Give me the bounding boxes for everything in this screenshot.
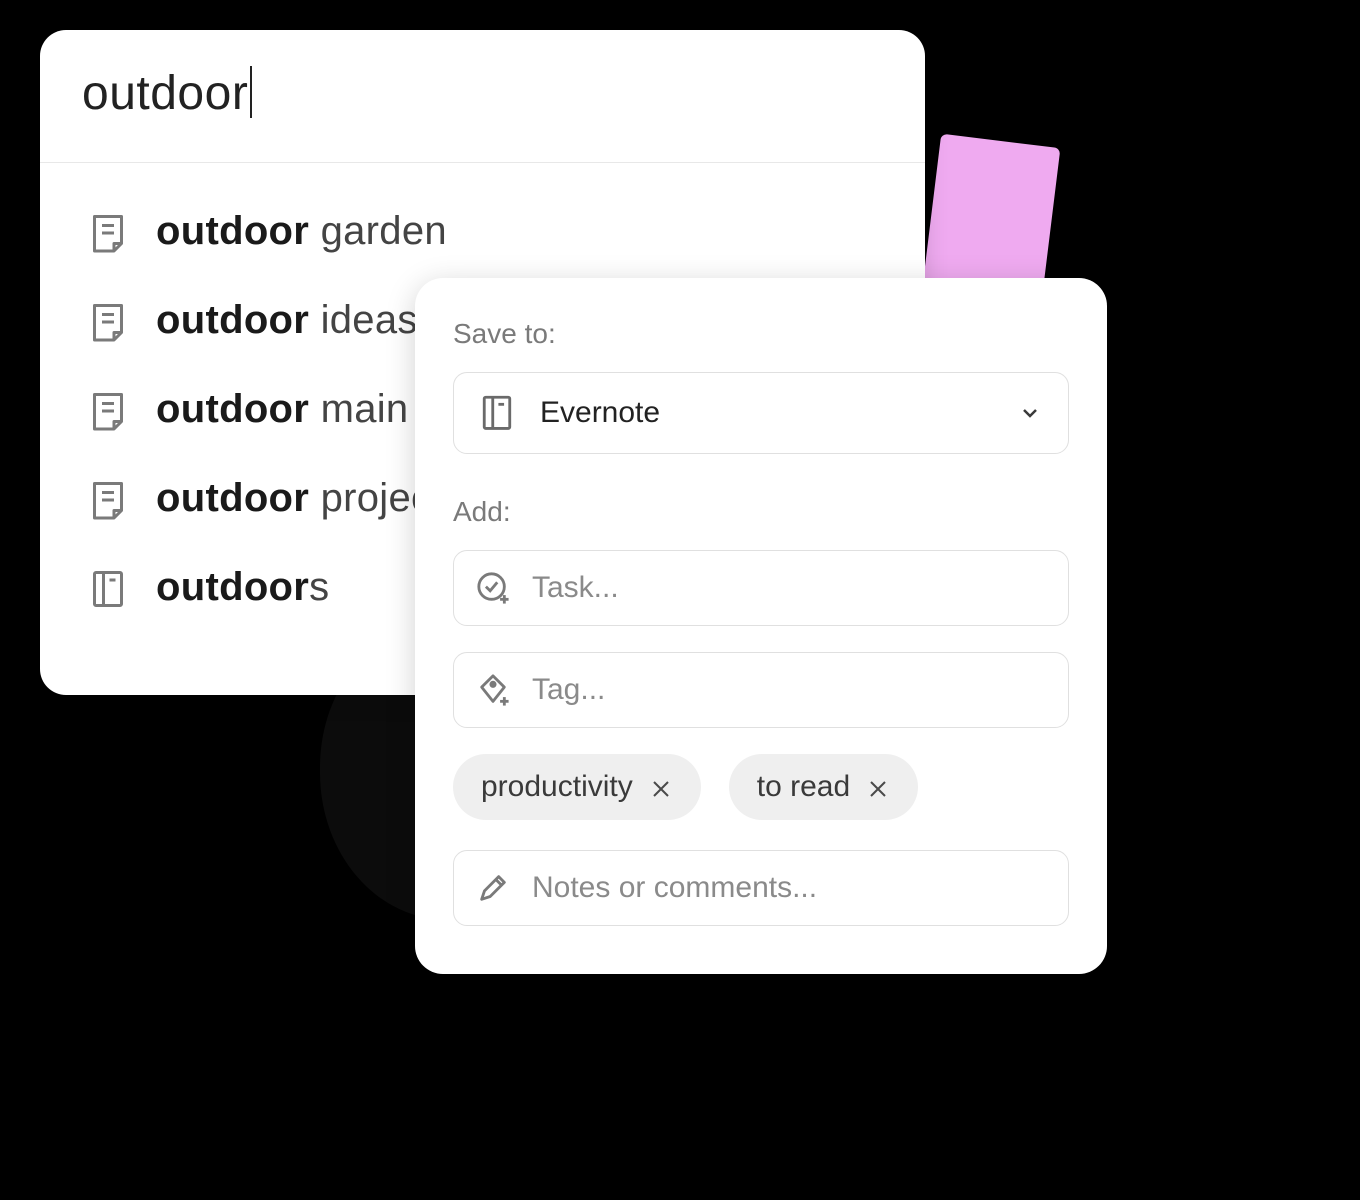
- selected-notebook: Evernote: [540, 396, 992, 430]
- search-input-container[interactable]: outdoor: [40, 30, 925, 163]
- save-panel: Save to: Evernote Add: Task...: [415, 278, 1107, 974]
- note-icon: [90, 390, 126, 430]
- add-label: Add:: [453, 496, 1069, 528]
- notes-input[interactable]: Notes or comments...: [453, 850, 1069, 926]
- result-text: outdoors: [156, 565, 329, 610]
- note-icon: [90, 479, 126, 519]
- note-icon: [90, 212, 126, 252]
- save-to-label: Save to:: [453, 318, 1069, 350]
- search-query-text: outdoor: [82, 67, 248, 120]
- tag-input[interactable]: Tag...: [453, 652, 1069, 728]
- tag-chip-label: productivity: [481, 770, 633, 804]
- pencil-icon: [476, 871, 510, 905]
- tag-add-icon: [476, 673, 510, 707]
- result-text: outdoor ideas: [156, 298, 418, 343]
- result-text: outdoor main p: [156, 387, 442, 432]
- notebook-icon: [480, 393, 514, 433]
- text-caret: [250, 66, 252, 118]
- notebook-selector[interactable]: Evernote: [453, 372, 1069, 454]
- task-placeholder: Task...: [532, 571, 619, 605]
- notes-placeholder: Notes or comments...: [532, 871, 817, 905]
- tag-chip-label: to read: [757, 770, 850, 804]
- note-icon: [90, 301, 126, 341]
- task-input[interactable]: Task...: [453, 550, 1069, 626]
- tag-chips: productivity to read: [453, 754, 1069, 820]
- tag-placeholder: Tag...: [532, 673, 605, 707]
- close-icon[interactable]: [866, 775, 890, 799]
- tag-chip[interactable]: to read: [729, 754, 918, 820]
- notebook-icon: [90, 568, 126, 608]
- task-add-icon: [476, 571, 510, 605]
- result-text: outdoor garden: [156, 209, 447, 254]
- search-result-item[interactable]: outdoor garden: [90, 209, 883, 254]
- chevron-down-icon: [1018, 401, 1042, 425]
- tag-chip[interactable]: productivity: [453, 754, 701, 820]
- close-icon[interactable]: [649, 775, 673, 799]
- result-text: outdoor projec: [156, 476, 431, 521]
- search-input[interactable]: outdoor: [82, 66, 252, 122]
